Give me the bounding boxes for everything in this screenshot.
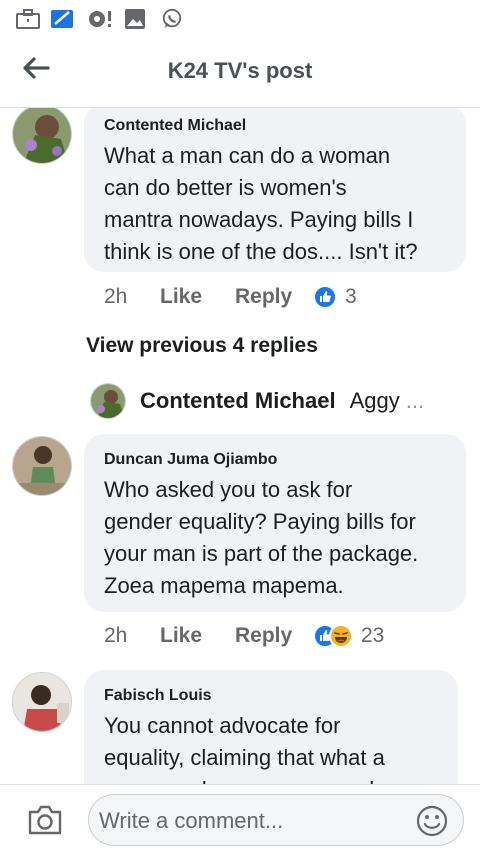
avatar[interactable] bbox=[12, 436, 72, 496]
comment-time: 2h bbox=[104, 624, 128, 647]
reply-button[interactable]: Reply bbox=[235, 624, 313, 648]
comment-line: can do better is women's bbox=[104, 175, 347, 200]
comment-line: gender equality? Paying bills for bbox=[104, 509, 416, 534]
camera-button[interactable] bbox=[24, 799, 66, 841]
comment-line: your man is part of the package. bbox=[104, 541, 419, 566]
gallery-icon bbox=[51, 10, 73, 28]
page-title: K24 TV's post bbox=[167, 58, 313, 83]
comment-author[interactable]: Duncan Juma Ojiambo bbox=[104, 450, 446, 470]
comment-input[interactable]: Write a comment... bbox=[88, 794, 464, 846]
avatar[interactable] bbox=[12, 108, 72, 164]
comment-line: think is one of the dos.... Isn't it? bbox=[104, 239, 418, 264]
comment-bubble[interactable]: Contented Michael What a man can do a wo… bbox=[84, 108, 466, 272]
comment-placeholder: Write a comment... bbox=[99, 808, 284, 833]
reactions[interactable] bbox=[313, 624, 353, 648]
comment-line: What a man can do a woman bbox=[104, 143, 391, 168]
like-button[interactable]: Like bbox=[160, 624, 235, 648]
reaction-count[interactable]: 23 bbox=[361, 624, 384, 648]
reaction-count[interactable]: 3 bbox=[345, 285, 357, 309]
reply-snippet: Aggy bbox=[349, 388, 400, 413]
comments-feed[interactable]: Contented Michael What a man can do a wo… bbox=[0, 108, 480, 784]
reactions[interactable] bbox=[313, 285, 337, 309]
haha-reaction-icon bbox=[329, 624, 353, 648]
camera-icon bbox=[28, 805, 62, 835]
view-previous-replies-link[interactable]: View previous 4 replies bbox=[86, 334, 318, 358]
comment-line: man can do a woman can do bbox=[104, 774, 438, 784]
like-reaction-icon bbox=[313, 285, 337, 309]
comment-line: Who asked you to ask for bbox=[104, 477, 353, 502]
comment-actions: 2h Like Reply 23 bbox=[104, 621, 384, 651]
briefcase-icon bbox=[16, 9, 40, 29]
avatar[interactable] bbox=[90, 383, 126, 419]
comment-line: mantra nowadays. Paying bills I bbox=[104, 207, 414, 232]
settings-notification-icon bbox=[89, 11, 111, 27]
reply-ellipsis: ... bbox=[405, 388, 425, 413]
comment-bubble[interactable]: Fabisch Louis You cannot advocate for eq… bbox=[84, 670, 458, 784]
reply-button[interactable]: Reply bbox=[235, 285, 313, 309]
comment-line: You cannot advocate for bbox=[104, 713, 341, 738]
like-button[interactable]: Like bbox=[160, 285, 235, 309]
comment-author[interactable]: Fabisch Louis bbox=[104, 686, 438, 706]
emoji-icon[interactable] bbox=[415, 804, 449, 838]
avatar[interactable] bbox=[12, 672, 72, 732]
comment-author[interactable]: Contented Michael bbox=[104, 116, 446, 136]
app-bar: K24 TV's post bbox=[0, 38, 480, 108]
comment-composer: Write a comment... bbox=[0, 784, 480, 854]
whatsapp-icon bbox=[162, 8, 182, 29]
comment-bubble[interactable]: Duncan Juma Ojiambo Who asked you to ask… bbox=[84, 434, 466, 612]
reply-preview[interactable]: Contented Michael Aggy ... bbox=[90, 381, 424, 421]
comment-line: equality, claiming that what a bbox=[104, 745, 385, 770]
comment-time: 2h bbox=[104, 285, 128, 308]
reply-author[interactable]: Contented Michael bbox=[140, 388, 336, 414]
image-icon bbox=[125, 9, 145, 29]
comment-line: Zoea mapema mapema. bbox=[104, 573, 344, 598]
comment-actions: 2h Like Reply 3 bbox=[104, 282, 357, 312]
status-bar bbox=[0, 0, 480, 38]
